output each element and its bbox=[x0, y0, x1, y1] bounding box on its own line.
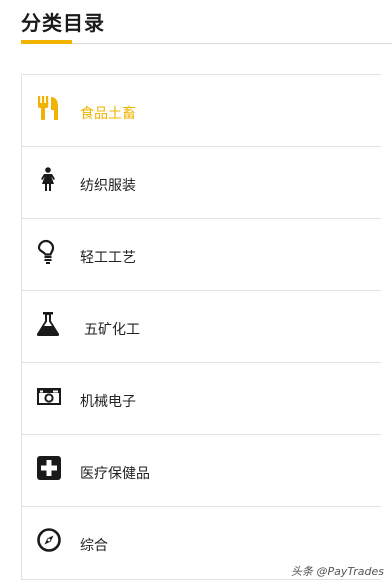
watermark: 头条 @PayTrades bbox=[291, 565, 384, 578]
cutlery-icon bbox=[36, 95, 62, 121]
page-header: 分类目录 bbox=[0, 0, 392, 46]
category-item-light-industry[interactable]: 轻工工艺 bbox=[22, 219, 381, 291]
category-label: 五矿化工 bbox=[84, 322, 140, 338]
category-item-textile[interactable]: 纺织服装 bbox=[22, 147, 381, 219]
header-divider bbox=[21, 43, 392, 44]
camera-icon bbox=[36, 383, 62, 409]
category-item-medical[interactable]: 医疗保健品 bbox=[22, 435, 381, 507]
page-title: 分类目录 bbox=[21, 11, 105, 35]
category-label: 轻工工艺 bbox=[80, 250, 136, 266]
category-item-minerals-chemicals[interactable]: 五矿化工 bbox=[22, 291, 381, 363]
title-underline bbox=[21, 40, 72, 44]
flask-icon bbox=[36, 311, 62, 337]
category-label: 食品土畜 bbox=[80, 106, 136, 122]
woman-figure-icon bbox=[36, 167, 62, 193]
category-item-food[interactable]: 食品土畜 bbox=[22, 75, 381, 147]
lightbulb-icon bbox=[36, 239, 62, 265]
category-label: 纺织服装 bbox=[80, 178, 136, 194]
medical-cross-icon bbox=[36, 455, 62, 481]
category-label: 综合 bbox=[80, 538, 108, 554]
category-list: 食品土畜 纺织服装 轻工工艺 五矿化工 机械电子 医疗保健品 综合 bbox=[21, 74, 381, 580]
compass-icon bbox=[36, 527, 62, 553]
category-label: 医疗保健品 bbox=[80, 466, 150, 482]
category-item-machinery-electronics[interactable]: 机械电子 bbox=[22, 363, 381, 435]
category-label: 机械电子 bbox=[80, 394, 136, 410]
